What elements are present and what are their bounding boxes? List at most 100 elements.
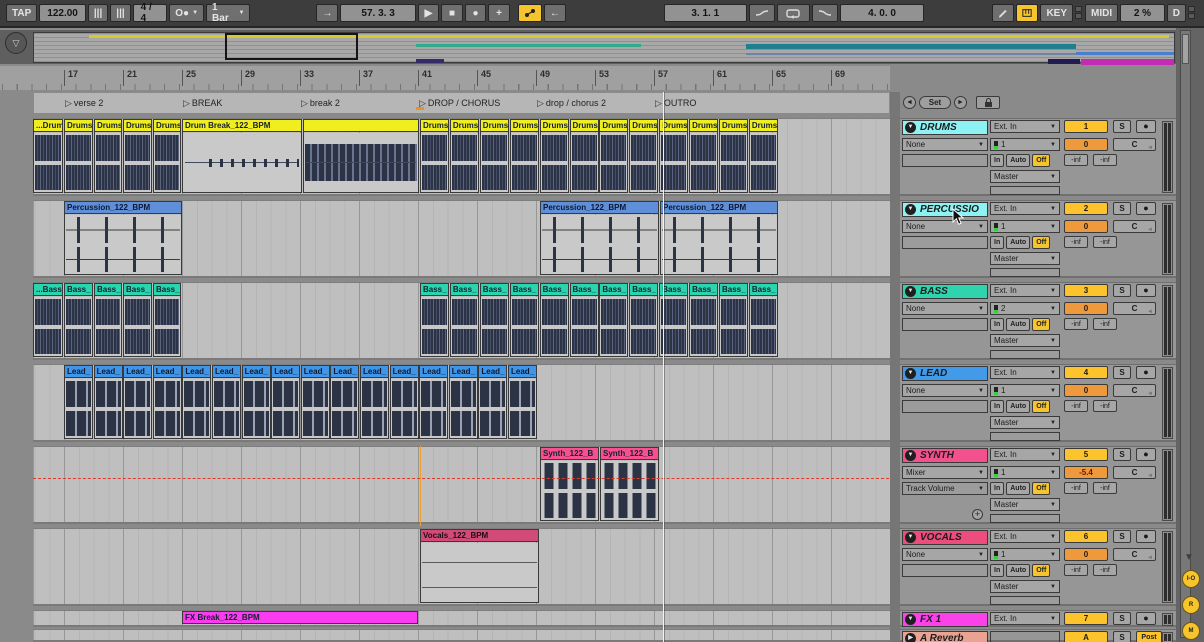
output-dropdown[interactable]: Master▼ xyxy=(990,498,1060,511)
arm-record-button[interactable]: ● xyxy=(1136,120,1156,133)
volume-field[interactable]: 0 xyxy=(1064,138,1108,151)
clip-bass[interactable]: Bass_ xyxy=(94,283,122,357)
track-name-bass[interactable]: ▼BASS xyxy=(902,284,988,299)
clip-lead[interactable]: Lead_ xyxy=(478,365,507,439)
monitor-auto-button[interactable]: Auto xyxy=(1006,318,1030,331)
output-dropdown[interactable]: Master▼ xyxy=(990,580,1060,593)
send-b-field[interactable]: -inf xyxy=(1093,564,1117,576)
mapping-dropdown[interactable]: None▼ xyxy=(902,138,988,151)
clip-lead[interactable]: Lead_ xyxy=(64,365,93,439)
track-number-activator[interactable]: 5 xyxy=(1064,448,1108,461)
solo-button[interactable]: S xyxy=(1113,366,1131,379)
clip-synth[interactable]: Synth_122_B xyxy=(600,447,659,521)
mapping-dropdown[interactable]: None▼ xyxy=(902,220,988,233)
track-lane-drums[interactable]: ...DrumDrumsDrumsDrumsDrumsDrum Break_12… xyxy=(33,118,890,196)
track-lane-percussion[interactable]: Percussion_122_BPMPercussion_122_BPMPerc… xyxy=(33,200,890,278)
clip-drums[interactable]: ...Drum xyxy=(33,119,63,193)
post-fader-button[interactable]: Post xyxy=(1136,631,1162,642)
send-b-field[interactable]: -inf xyxy=(1093,482,1117,494)
clip-lead[interactable]: Lead_ xyxy=(360,365,389,439)
add-automation-lane-button[interactable]: + xyxy=(972,509,983,520)
solo-button[interactable]: S xyxy=(1113,120,1131,133)
clip-drums[interactable]: Drums xyxy=(599,119,628,193)
fold-icon[interactable]: ▼ xyxy=(905,614,916,625)
input-type-dropdown[interactable]: Ext. In▼ xyxy=(990,284,1060,297)
input-channel-dropdown[interactable]: 1▼ xyxy=(990,466,1060,479)
mapping-dropdown[interactable]: Mixer▼ xyxy=(902,466,988,479)
send-a-field[interactable]: -inf xyxy=(1064,318,1088,330)
show-returns-button[interactable]: R xyxy=(1182,596,1200,614)
track-name-drums[interactable]: ▼DRUMS xyxy=(902,120,988,135)
clip-lead[interactable]: Lead_ xyxy=(301,365,330,439)
clip-lead[interactable]: Lead_ xyxy=(212,365,241,439)
fold-icon[interactable]: ▼ xyxy=(905,204,916,215)
send-b-field[interactable]: -inf xyxy=(1093,236,1117,248)
clip-drums[interactable]: Drums xyxy=(629,119,658,193)
mapping-dropdown[interactable]: None▼ xyxy=(902,548,988,561)
fold-icon[interactable]: ▼ xyxy=(905,286,916,297)
clip-drums[interactable]: Drums xyxy=(420,119,449,193)
clip-bass[interactable]: Bass_ xyxy=(510,283,539,357)
solo-button[interactable]: S xyxy=(1113,631,1131,642)
track-lane-bass[interactable]: ...BassBass_Bass_Bass_Bass_Bass_Bass_Bas… xyxy=(33,282,890,360)
output-dropdown[interactable]: Master▼ xyxy=(990,416,1060,429)
fold-icon[interactable]: ▼ xyxy=(905,532,916,543)
clip-lead[interactable]: Lead_ xyxy=(508,365,537,439)
pan-field[interactable]: C◄ xyxy=(1113,302,1156,315)
track-number-activator[interactable]: 7 xyxy=(1064,612,1108,625)
clip-drums[interactable]: Drums xyxy=(480,119,509,193)
monitor-auto-button[interactable]: Auto xyxy=(1006,400,1030,413)
monitor-auto-button[interactable]: Auto xyxy=(1006,154,1030,167)
pan-field[interactable]: C◄ xyxy=(1113,138,1156,151)
solo-button[interactable]: S xyxy=(1113,284,1131,297)
clip-drums[interactable]: Drums xyxy=(64,119,93,193)
track-name-synth[interactable]: ▼SYNTH xyxy=(902,448,988,463)
clip-percussion[interactable]: Percussion_122_BPM xyxy=(660,201,778,275)
clip-bass[interactable]: Bass_ xyxy=(599,283,628,357)
input-channel-dropdown[interactable]: 1▼ xyxy=(990,220,1060,233)
clip-drums[interactable]: Drums xyxy=(153,119,181,193)
monitor-in-button[interactable]: In xyxy=(990,236,1004,249)
clip-lead[interactable]: Lead_ xyxy=(153,365,182,439)
clip-bass[interactable]: Bass_ xyxy=(570,283,599,357)
automation-red-line[interactable] xyxy=(33,478,889,479)
set-locator-button[interactable]: Set xyxy=(919,96,951,109)
prev-locator-button[interactable]: ◄ xyxy=(903,96,916,109)
send-b-field[interactable]: -inf xyxy=(1093,154,1117,166)
clip-drums[interactable]: Drums xyxy=(540,119,569,193)
clip-drums[interactable] xyxy=(303,119,419,193)
unfold-icon[interactable]: ▶ xyxy=(905,633,916,642)
input-type-dropdown[interactable]: Ext. In▼ xyxy=(990,530,1060,543)
pan-field[interactable]: C◄ xyxy=(1113,384,1156,397)
send-a-field[interactable]: -inf xyxy=(1064,564,1088,576)
clip-lead[interactable]: Lead_ xyxy=(390,365,419,439)
clip-bass[interactable]: Bass_ xyxy=(540,283,569,357)
clip-bass[interactable]: Bass_ xyxy=(450,283,479,357)
clip-lead[interactable]: Lead_ xyxy=(419,365,448,439)
clip-drums[interactable]: Drums xyxy=(94,119,122,193)
clip-drums[interactable]: Drums xyxy=(749,119,778,193)
input-channel-dropdown[interactable]: 1▼ xyxy=(990,548,1060,561)
output-dropdown[interactable]: Master▼ xyxy=(990,334,1060,347)
track-number-activator[interactable]: 6 xyxy=(1064,530,1108,543)
track-name-vocals[interactable]: ▼VOCALS xyxy=(902,530,988,545)
clip-percussion[interactable]: Percussion_122_BPM xyxy=(540,201,659,275)
track-name-fx-1[interactable]: ▼FX 1 xyxy=(902,612,988,627)
solo-button[interactable]: S xyxy=(1113,448,1131,461)
arm-record-button[interactable]: ● xyxy=(1136,284,1156,297)
monitor-in-button[interactable]: In xyxy=(990,318,1004,331)
input-type-dropdown[interactable]: Ext. In▼ xyxy=(990,612,1060,625)
clip-lead[interactable]: Lead_ xyxy=(123,365,152,439)
track-name-lead[interactable]: ▼LEAD xyxy=(902,366,988,381)
input-type-dropdown[interactable]: Ext. In▼ xyxy=(990,120,1060,133)
show-mixer-button[interactable]: M xyxy=(1182,622,1200,640)
send-b-field[interactable]: -inf xyxy=(1093,400,1117,412)
input-type-dropdown[interactable]: Ext. In▼ xyxy=(990,366,1060,379)
monitor-off-button[interactable]: Off xyxy=(1032,482,1050,495)
track-name-percussio[interactable]: ▼PERCUSSIO xyxy=(902,202,988,217)
monitor-off-button[interactable]: Off xyxy=(1032,236,1050,249)
pan-field[interactable]: C◄ xyxy=(1113,220,1156,233)
mapping2-dropdown[interactable]: Track Volume▼ xyxy=(902,482,988,495)
scrollbar-handle[interactable] xyxy=(1182,34,1189,64)
lock-envelopes-button[interactable] xyxy=(976,96,1000,109)
